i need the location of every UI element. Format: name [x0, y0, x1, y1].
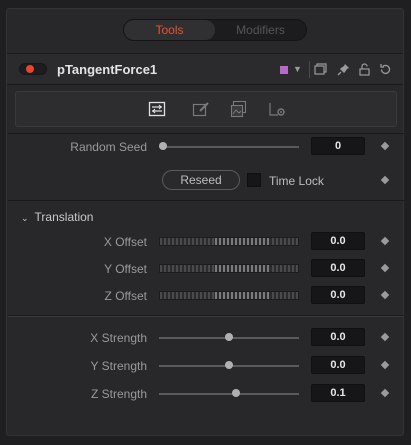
- tool-title: pTangentForce1: [57, 62, 158, 77]
- divider: [8, 316, 404, 317]
- y-offset-field[interactable]: 0.0: [311, 259, 365, 277]
- tools-modifiers-switch: Tools Modifiers: [123, 19, 307, 41]
- random-seed-slider[interactable]: [159, 146, 299, 148]
- inspector-tabs: [15, 91, 397, 127]
- time-lock-checkbox[interactable]: [247, 173, 261, 187]
- x-offset-keyframe-icon[interactable]: [380, 236, 390, 246]
- z-strength-label: Z Strength: [90, 387, 147, 401]
- z-offset-thumbwheel[interactable]: [159, 291, 299, 300]
- copy-icon[interactable]: [313, 62, 328, 77]
- time-lock-label: Time Lock: [269, 174, 324, 188]
- chevron-down-icon: ⌄: [21, 213, 29, 223]
- chevron-down-icon[interactable]: ▼: [293, 64, 302, 74]
- random-seed-label: Random Seed: [70, 140, 147, 154]
- y-offset-thumbwheel[interactable]: [159, 264, 299, 273]
- x-strength-keyframe-icon[interactable]: [380, 332, 390, 342]
- x-offset-thumbwheel[interactable]: [159, 237, 299, 246]
- random-seed-keyframe-icon[interactable]: [380, 141, 390, 151]
- z-strength-keyframe-icon[interactable]: [380, 388, 390, 398]
- y-offset-label: Y Offset: [104, 262, 147, 276]
- z-strength-slider[interactable]: [159, 393, 299, 395]
- reseed-button[interactable]: Reseed: [162, 170, 240, 190]
- z-offset-label: Z Offset: [104, 289, 147, 303]
- controls-tab-icon[interactable]: [148, 100, 166, 118]
- y-strength-label: Y Strength: [90, 359, 147, 373]
- tab-tools[interactable]: Tools: [124, 20, 215, 40]
- y-strength-keyframe-icon[interactable]: [380, 360, 390, 370]
- x-strength-label: X Strength: [90, 331, 147, 345]
- tool-enable-toggle[interactable]: [19, 63, 47, 75]
- x-strength-field[interactable]: 0.0: [311, 328, 365, 346]
- x-strength-knob[interactable]: [225, 333, 233, 341]
- y-strength-knob[interactable]: [225, 361, 233, 369]
- inspector-panel: Tools Modifiers pTangentForce1 ▼ Random …: [6, 8, 404, 436]
- tool-color-swatch[interactable]: [280, 66, 288, 74]
- enabled-dot-icon: [26, 65, 34, 73]
- z-strength-field[interactable]: 0.1: [311, 384, 365, 402]
- tab-modifiers[interactable]: Modifiers: [215, 20, 306, 40]
- translation-section-header[interactable]: ⌄ Translation: [21, 210, 93, 224]
- z-offset-keyframe-icon[interactable]: [380, 290, 390, 300]
- y-offset-keyframe-icon[interactable]: [380, 263, 390, 273]
- settings-tab-icon[interactable]: [268, 100, 286, 118]
- reset-icon[interactable]: [378, 62, 393, 77]
- random-seed-knob[interactable]: [159, 142, 167, 150]
- image-tab-icon[interactable]: [230, 100, 248, 118]
- header-divider: [309, 61, 310, 78]
- z-strength-knob[interactable]: [232, 389, 240, 397]
- x-offset-label: X Offset: [103, 235, 147, 249]
- z-offset-field[interactable]: 0.0: [311, 286, 365, 304]
- y-strength-field[interactable]: 0.0: [311, 356, 365, 374]
- divider: [8, 200, 404, 201]
- x-offset-field[interactable]: 0.0: [311, 232, 365, 250]
- translation-section-label: Translation: [34, 210, 94, 224]
- tool-header: pTangentForce1 ▼: [7, 53, 403, 85]
- lock-icon[interactable]: [357, 62, 372, 77]
- pin-icon[interactable]: [336, 62, 351, 77]
- divider: [8, 133, 404, 134]
- random-seed-field[interactable]: 0: [311, 137, 365, 155]
- style-tab-icon[interactable]: [192, 100, 210, 118]
- time-lock-keyframe-icon[interactable]: [380, 175, 390, 185]
